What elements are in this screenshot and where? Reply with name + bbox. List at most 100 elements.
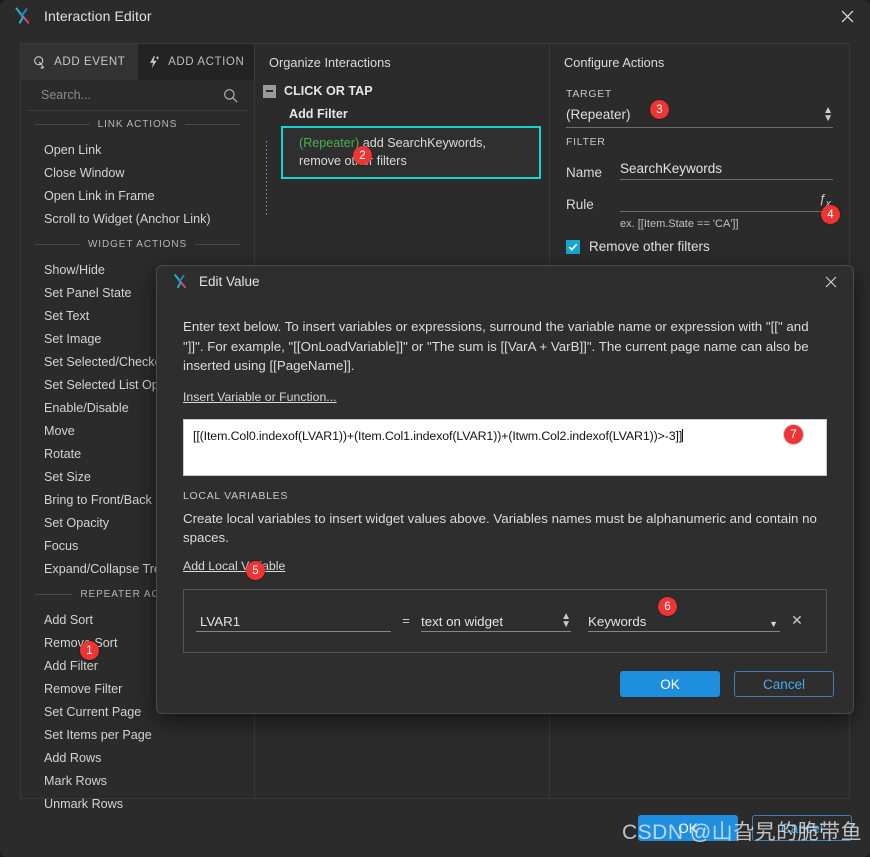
axure-logo-icon (15, 7, 30, 24)
window-title: Interaction Editor (44, 8, 152, 24)
local-variable-name-input[interactable]: LVAR1 (196, 609, 391, 632)
annotation-badge-1: 1 (80, 641, 99, 660)
local-variables-description: Create local variables to insert widget … (183, 510, 817, 546)
filter-label: FILTER (566, 136, 606, 148)
edit-value-ok-button[interactable]: OK (620, 671, 720, 697)
interaction-editor-window: Interaction Editor ADD EVENT ADD ACTION … (0, 0, 870, 857)
main-cancel-button[interactable]: Cancel (752, 815, 852, 841)
text-caret (682, 428, 684, 442)
remove-local-variable-button[interactable]: ✕ (780, 612, 814, 629)
name-label: Name (566, 165, 603, 180)
annotation-badge-6: 6 (658, 597, 677, 616)
section-link-actions: LINK ACTIONS (21, 111, 254, 137)
search-row (27, 80, 248, 111)
local-variable-widget-select[interactable]: Keywords ▼ (588, 609, 780, 632)
divider (35, 123, 90, 125)
edit-value-title: Edit Value (199, 274, 260, 289)
edit-value-cancel-button[interactable]: Cancel (734, 671, 834, 697)
annotation-badge-4: 4 (821, 205, 840, 224)
name-input[interactable]: SearchKeywords (620, 158, 833, 180)
collapse-toggle-icon[interactable] (263, 84, 276, 98)
target-value: (Repeater) (566, 107, 631, 122)
local-variables-label: LOCAL VARIABLES (183, 489, 289, 502)
rule-hint: ex. [[Item.State == 'CA']] (620, 218, 739, 230)
tab-add-event-label: ADD EVENT (54, 56, 126, 68)
remove-other-filters-row[interactable]: Remove other filters (566, 239, 833, 254)
main-footer: OK Cancel (0, 799, 870, 857)
close-icon (841, 10, 853, 22)
action-open-link[interactable]: Open Link (21, 139, 254, 162)
filter-rule-row: Rule ƒx (566, 190, 833, 212)
rule-input[interactable]: ƒx (620, 190, 833, 212)
interactions-tree: CLICK OR TAP Add Filter (Repeater) add S… (255, 80, 549, 179)
equals-sign: = (402, 613, 410, 628)
remove-other-filters-label: Remove other filters (589, 239, 710, 254)
add-local-variable-link[interactable]: Add Local Variable (183, 559, 285, 573)
section-title: WIDGET ACTIONS (87, 238, 188, 250)
expression-textarea[interactable]: [[(Item.Col0.indexof(LVAR1))+(Item.Col1.… (183, 418, 827, 476)
search-input[interactable] (41, 88, 223, 102)
target-select[interactable]: (Repeater) ▲ ▼ (566, 102, 833, 128)
action-open-link-in-frame[interactable]: Open Link in Frame (21, 185, 254, 208)
local-variable-source-select[interactable]: text on widget ▲ ▼ (421, 609, 571, 632)
action-scroll-to-widget[interactable]: Scroll to Widget (Anchor Link) (21, 208, 254, 231)
link-actions-list: Open Link Close Window Open Link in Fram… (21, 137, 254, 231)
action-set-items-per-page[interactable]: Set Items per Page (21, 724, 254, 747)
local-variable-source-value: text on widget (421, 614, 504, 629)
remove-other-filters-checkbox[interactable] (566, 239, 580, 254)
lightning-plus-icon (150, 55, 160, 69)
divider (35, 593, 73, 595)
expression-text: [[(Item.Col0.indexof(LVAR1))+(Item.Col1.… (193, 428, 683, 443)
rule-label: Rule (566, 197, 594, 212)
edit-value-body: Enter text below. To insert variables or… (157, 297, 853, 653)
window-close-button[interactable] (824, 0, 870, 32)
chevron-updown-icon: ▲ ▼ (823, 104, 833, 124)
configure-form: TARGET (Repeater) ▲ ▼ FILTER Name SearchK… (550, 88, 849, 254)
section-widget-actions: WIDGET ACTIONS (21, 231, 254, 257)
main-ok-button[interactable]: OK (638, 815, 738, 841)
close-icon (825, 276, 837, 288)
section-title: LINK ACTIONS (97, 118, 178, 130)
search-icon[interactable] (223, 88, 238, 103)
event-row-click-or-tap[interactable]: CLICK OR TAP (263, 80, 543, 102)
event-cursor-icon (34, 56, 45, 69)
annotation-badge-7: 7 (784, 425, 803, 444)
local-variable-widget-value: Keywords (588, 614, 647, 629)
organize-interactions-header: Organize Interactions (269, 54, 391, 70)
chevron-down-icon: ▼ (769, 619, 778, 629)
annotation-badge-3: 3 (650, 100, 669, 119)
tab-add-action-label: ADD ACTION (168, 56, 245, 68)
edit-value-footer: OK Cancel (620, 671, 834, 697)
divider (185, 123, 240, 125)
event-label: CLICK OR TAP (284, 84, 373, 98)
local-variable-row-container: LVAR1 = text on widget ▲ ▼ Keywords ▼ ✕ (183, 588, 827, 653)
divider (35, 243, 80, 245)
filter-name-row: Name SearchKeywords (566, 158, 833, 180)
action-close-window[interactable]: Close Window (21, 162, 254, 185)
action-group-add-filter[interactable]: Add Filter (263, 102, 543, 126)
title-bar: Interaction Editor (0, 0, 870, 32)
action-target-label: (Repeater) (299, 136, 360, 150)
annotation-badge-2: 2 (353, 146, 372, 165)
chevron-updown-icon: ▲ ▼ (561, 611, 571, 630)
selected-action-row[interactable]: (Repeater) add SearchKeywords, remove ot… (281, 126, 541, 179)
divider (195, 243, 240, 245)
tab-add-event[interactable]: ADD EVENT (21, 44, 138, 80)
action-add-rows[interactable]: Add Rows (21, 747, 254, 770)
axure-logo-icon (174, 274, 186, 289)
edit-value-description: Enter text below. To insert variables or… (183, 319, 809, 373)
panel-tabs: ADD EVENT ADD ACTION (21, 44, 254, 80)
annotation-badge-5: 5 (246, 561, 265, 580)
tab-add-action[interactable]: ADD ACTION (137, 44, 254, 80)
main-footer-buttons: OK Cancel (638, 815, 852, 841)
check-icon (568, 243, 578, 251)
target-label: TARGET (566, 88, 613, 100)
edit-value-dialog-header: Edit Value (157, 266, 853, 297)
name-value: SearchKeywords (620, 161, 723, 176)
tree-guide-line (266, 141, 267, 215)
edit-value-close-button[interactable] (819, 270, 843, 294)
insert-variable-or-function-link[interactable]: Insert Variable or Function... (183, 390, 337, 404)
action-mark-rows[interactable]: Mark Rows (21, 770, 254, 793)
configure-actions-header: Configure Actions (564, 54, 665, 70)
edit-value-dialog: Edit Value Enter text below. To insert v… (156, 265, 854, 714)
